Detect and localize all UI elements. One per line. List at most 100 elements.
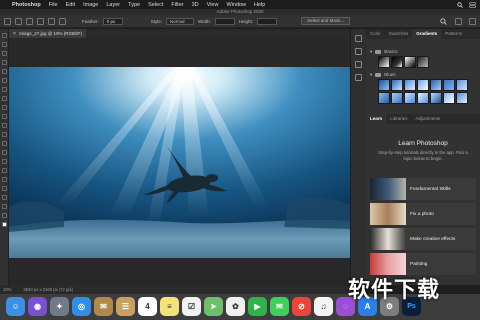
healing-tool-icon[interactable]: [2, 96, 7, 101]
dock-safari-icon[interactable]: ◎: [72, 297, 91, 316]
gradient-swatch[interactable]: [456, 79, 468, 91]
pen-tool-icon[interactable]: [2, 168, 7, 173]
document-tab[interactable]: × Image_27.jpg @ 10% (RGB/8*): [9, 29, 87, 38]
gradient-swatch[interactable]: [378, 56, 390, 68]
menu-view[interactable]: View: [207, 2, 219, 8]
control-center-icon[interactable]: [469, 1, 476, 8]
feather-input[interactable]: 0 px: [102, 17, 123, 25]
tab-color[interactable]: Color: [366, 29, 385, 39]
close-icon[interactable]: ×: [13, 31, 16, 37]
search-icon[interactable]: [440, 17, 447, 25]
gradient-swatch[interactable]: [430, 79, 442, 91]
dock-contacts-icon[interactable]: ☰: [116, 297, 135, 316]
menu-file[interactable]: File: [49, 2, 58, 8]
eyedropper-tool-icon[interactable]: [2, 87, 7, 92]
search-icon[interactable]: [457, 1, 463, 8]
zoom-level[interactable]: 10%: [3, 287, 11, 292]
quick-select-tool-icon[interactable]: [2, 60, 7, 65]
tab-gradients[interactable]: Gradients: [412, 29, 442, 39]
dodge-tool-icon[interactable]: [2, 159, 7, 164]
frame-tool-icon[interactable]: [2, 78, 7, 83]
dock-photos-icon[interactable]: ✿: [226, 297, 245, 316]
dock-notes-icon[interactable]: ≡: [160, 297, 179, 316]
tab-learn[interactable]: Learn: [366, 114, 387, 124]
gradient-swatch[interactable]: [456, 92, 468, 104]
home-icon[interactable]: [4, 17, 11, 25]
chevron-down-icon[interactable]: ▾: [370, 49, 372, 55]
gradient-swatch[interactable]: [430, 92, 442, 104]
gradient-swatch[interactable]: [391, 56, 403, 68]
gradient-swatch[interactable]: [443, 79, 455, 91]
zoom-tool-icon[interactable]: [2, 213, 7, 218]
stamp-tool-icon[interactable]: [2, 114, 7, 119]
menu-3d[interactable]: 3D: [192, 2, 199, 8]
color-swatches-icon[interactable]: [2, 222, 7, 227]
marquee-tool-icon[interactable]: [15, 17, 22, 25]
style-select[interactable]: Normal: [166, 17, 195, 25]
dock-mail-icon[interactable]: ✉: [94, 297, 113, 316]
canvas-area[interactable]: [9, 38, 350, 285]
select-and-mask-button[interactable]: Select and Mask...: [301, 17, 351, 25]
menu-select[interactable]: Select: [148, 2, 163, 8]
menu-window[interactable]: Window: [226, 2, 246, 8]
document-image[interactable]: [9, 67, 350, 258]
menu-help[interactable]: Help: [254, 2, 265, 8]
blur-tool-icon[interactable]: [2, 150, 7, 155]
eraser-tool-icon[interactable]: [2, 132, 7, 137]
learn-item-creative-effects[interactable]: Make creative effects: [370, 228, 476, 250]
gradient-swatch[interactable]: [404, 92, 416, 104]
tab-swatches[interactable]: Swatches: [385, 29, 413, 39]
chevron-down-icon[interactable]: ▾: [370, 72, 372, 78]
gradient-swatch[interactable]: [378, 79, 390, 91]
hand-tool-icon[interactable]: [2, 204, 7, 209]
marquee-tool-icon[interactable]: [2, 42, 7, 47]
width-input[interactable]: [214, 17, 235, 25]
dock-siri-icon[interactable]: ◉: [28, 297, 47, 316]
path-select-tool-icon[interactable]: [2, 186, 7, 191]
gradient-swatch[interactable]: [417, 56, 429, 68]
workspace-icon[interactable]: [455, 17, 462, 25]
dock-maps-icon[interactable]: ➤: [204, 297, 223, 316]
learn-item-fix-photo[interactable]: Fix a photo: [370, 203, 476, 225]
gradient-swatch[interactable]: [404, 79, 416, 91]
dock-reminders-icon[interactable]: ☑: [182, 297, 201, 316]
intersect-selection-icon[interactable]: [59, 17, 66, 25]
tab-patterns[interactable]: Patterns: [441, 29, 466, 39]
menu-type[interactable]: Type: [128, 2, 140, 8]
share-icon[interactable]: [469, 17, 476, 25]
crop-tool-icon[interactable]: [2, 69, 7, 74]
dock-messages-icon[interactable]: ✉: [270, 297, 289, 316]
gradient-swatch[interactable]: [391, 79, 403, 91]
gradient-swatch[interactable]: [378, 92, 390, 104]
gradient-swatch[interactable]: [391, 92, 403, 104]
dock-facetime-icon[interactable]: ▶: [248, 297, 267, 316]
dock-finder-icon[interactable]: ☺: [6, 297, 25, 316]
menu-app-name[interactable]: Photoshop: [12, 2, 41, 8]
tab-libraries[interactable]: Libraries: [386, 114, 411, 124]
dock-news-icon[interactable]: ⊘: [292, 297, 311, 316]
gradient-swatch[interactable]: [417, 79, 429, 91]
dock-launchpad-icon[interactable]: ✦: [50, 297, 69, 316]
learn-item-fundamental-skills[interactable]: Fundamental Skills: [370, 178, 476, 200]
adjustments-panel-icon[interactable]: [355, 61, 362, 68]
shape-tool-icon[interactable]: [2, 195, 7, 200]
gradient-swatch[interactable]: [417, 92, 429, 104]
gradient-swatch[interactable]: [443, 92, 455, 104]
menu-edit[interactable]: Edit: [66, 2, 75, 8]
type-tool-icon[interactable]: [2, 177, 7, 182]
properties-panel-icon[interactable]: [355, 48, 362, 55]
paragraph-panel-icon[interactable]: [355, 74, 362, 81]
menu-layer[interactable]: Layer: [106, 2, 120, 8]
menu-image[interactable]: Image: [83, 2, 98, 8]
gradient-swatch[interactable]: [404, 56, 416, 68]
move-tool-icon[interactable]: [2, 33, 7, 38]
height-input[interactable]: [257, 17, 278, 25]
gradient-group-blues[interactable]: ▾ Blues: [366, 70, 480, 79]
add-selection-icon[interactable]: [37, 17, 44, 25]
tab-adjustments[interactable]: Adjustments: [412, 114, 445, 124]
gradient-group-basics[interactable]: ▾ Basics: [366, 47, 480, 56]
dock-music-icon[interactable]: ♫: [314, 297, 333, 316]
history-panel-icon[interactable]: [355, 35, 362, 42]
lasso-tool-icon[interactable]: [2, 51, 7, 56]
menu-filter[interactable]: Filter: [171, 2, 183, 8]
